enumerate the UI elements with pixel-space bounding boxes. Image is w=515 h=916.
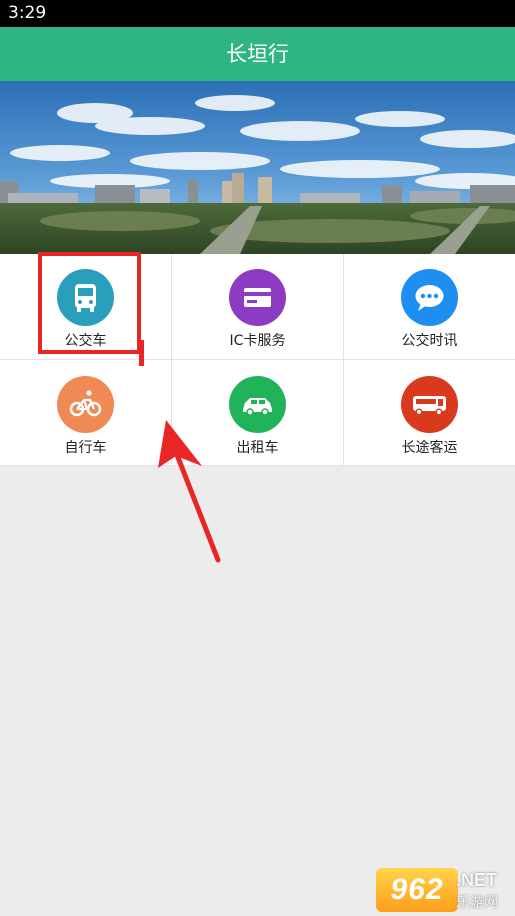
- card-icon: [244, 288, 271, 307]
- app-screen: 3:29 长垣行 公交车 IC卡服务 公交时讯 自行车 出租车 长途客运 962…: [0, 0, 515, 916]
- app-title-bar: 长垣行: [0, 27, 515, 81]
- grid-divider: [0, 465, 515, 466]
- taxi-icon: [243, 398, 272, 416]
- coach-icon: [413, 396, 446, 416]
- service-icon-bg: [229, 269, 286, 326]
- page-title: 长垣行: [226, 42, 289, 66]
- watermark-logo: 962: [376, 868, 458, 912]
- service-ic-card[interactable]: IC卡服务: [172, 254, 343, 359]
- banner-image[interactable]: [0, 81, 515, 254]
- service-label-coach: 长途客运: [401, 440, 458, 456]
- chat-bubble-icon: [415, 285, 444, 311]
- service-icon-bg: [401, 376, 458, 433]
- service-icon-bg: [229, 376, 286, 433]
- grid-divider: [0, 359, 515, 360]
- status-time: 3:29: [8, 3, 47, 23]
- pointer-arrow-icon: [158, 420, 221, 563]
- status-bar: 3:29: [0, 0, 515, 27]
- service-icon-bg: [401, 269, 458, 326]
- highlight-mark: [139, 340, 144, 366]
- service-label-bicycle: 自行车: [64, 440, 107, 456]
- service-icon-bg: [57, 376, 114, 433]
- highlight-box: [38, 252, 141, 354]
- service-bicycle[interactable]: 自行车: [0, 361, 171, 466]
- bicycle-icon: [69, 390, 102, 417]
- service-label-ic-card: IC卡服务: [229, 333, 286, 349]
- service-label-bus-info: 公交时讯: [401, 333, 458, 349]
- watermark-domain: .NET: [456, 870, 498, 890]
- service-bus-info[interactable]: 公交时讯: [344, 254, 515, 359]
- city-skyline-photo: [0, 81, 515, 254]
- watermark: 962 .NET 乐游网: [376, 868, 512, 914]
- grid-divider: [343, 254, 344, 466]
- watermark-site-name: 乐游网: [456, 895, 498, 911]
- service-coach[interactable]: 长途客运: [344, 361, 515, 466]
